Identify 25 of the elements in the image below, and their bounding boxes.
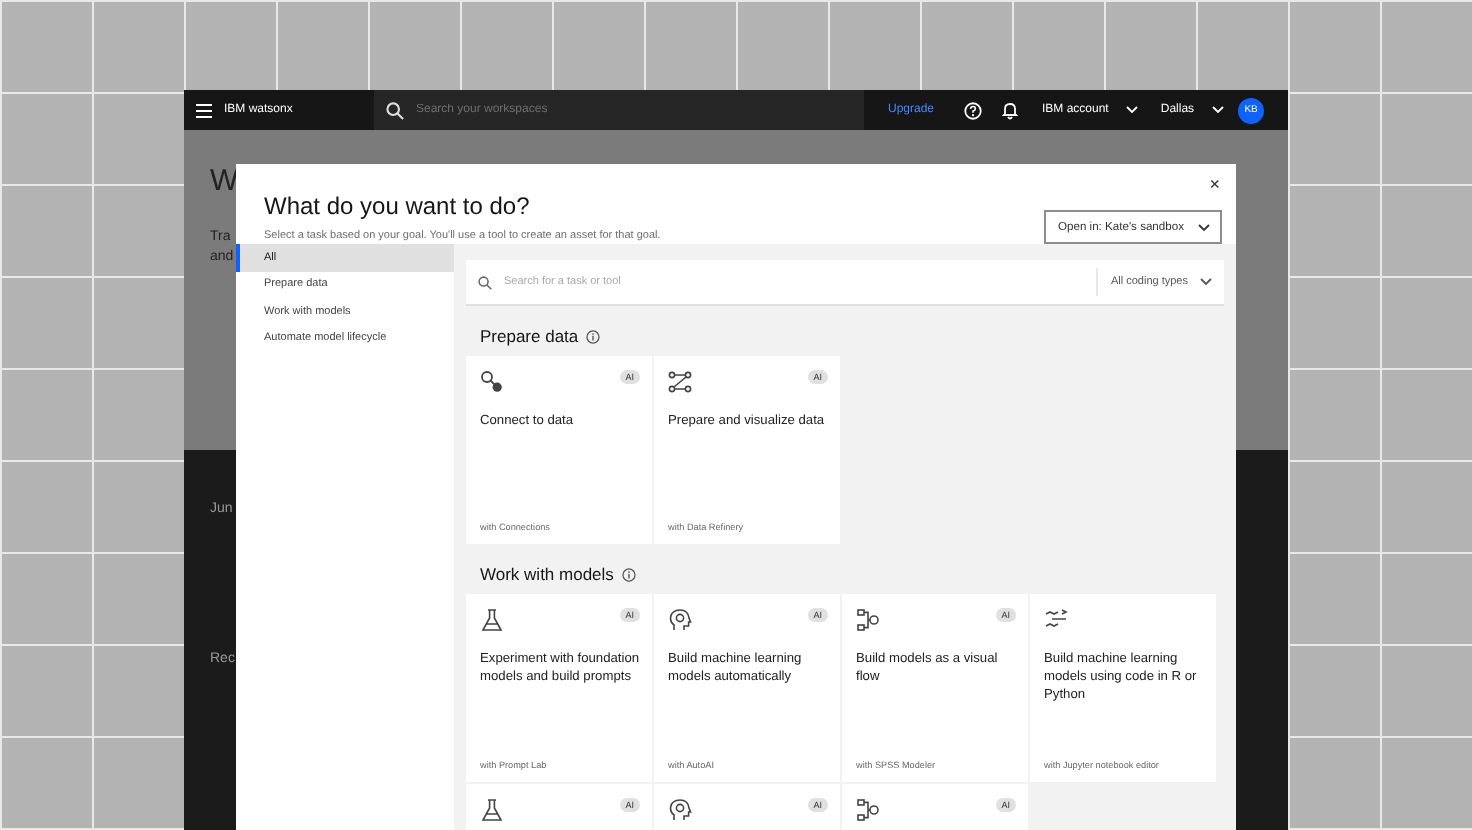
flask-icon [480, 608, 504, 632]
chevron-down-icon [1200, 278, 1212, 286]
chevron-down-icon [1198, 223, 1210, 231]
help-icon[interactable] [964, 101, 982, 119]
page-heading: W [210, 164, 239, 198]
info-icon[interactable] [621, 567, 636, 581]
close-button[interactable]: × [1205, 174, 1224, 194]
head-icon [668, 608, 692, 632]
info-icon[interactable] [586, 329, 601, 343]
flow-nodes-icon [856, 798, 880, 822]
search-icon [478, 275, 492, 289]
menu-icon[interactable] [196, 103, 212, 117]
flow-nodes-icon [856, 608, 880, 632]
section-title: Prepare data [480, 326, 579, 346]
flow-icon [668, 370, 692, 394]
dialog-title: What do you want to do? [264, 192, 532, 220]
head-icon [668, 798, 692, 822]
code-icon [1044, 608, 1068, 632]
connect-icon [480, 370, 504, 394]
section-title: Work with models [480, 564, 614, 584]
chevron-down-icon [1126, 106, 1139, 114]
flask-icon [480, 798, 504, 822]
chevron-down-icon [1212, 106, 1225, 114]
search-icon [386, 101, 404, 119]
notification-icon[interactable] [1002, 101, 1018, 119]
